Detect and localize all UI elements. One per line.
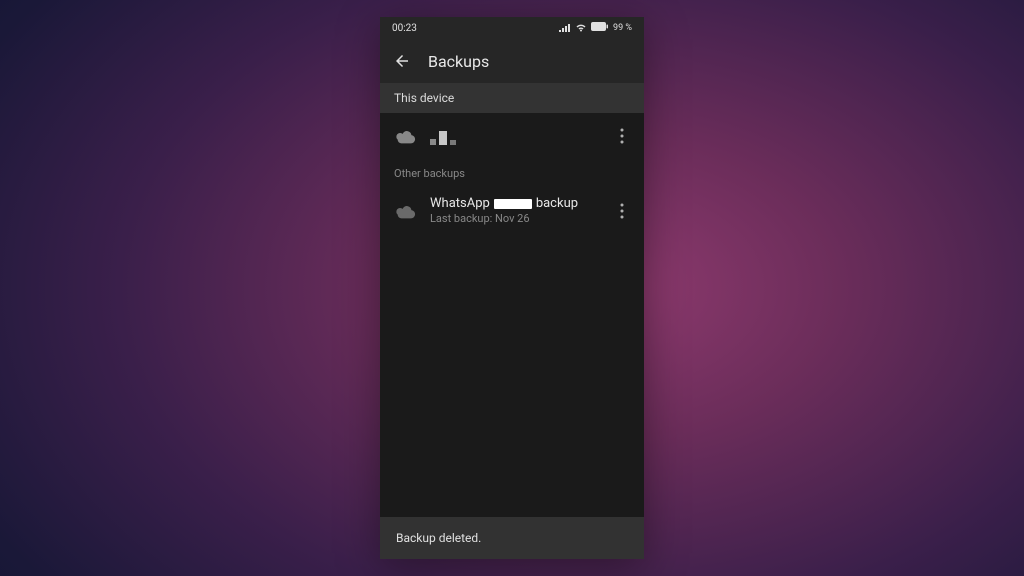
status-bar: 00:23 99 % <box>380 17 644 39</box>
more-button[interactable] <box>614 126 630 146</box>
device-backup-info <box>430 127 600 145</box>
phone-frame: 00:23 99 % Backups This device <box>380 17 644 559</box>
battery-icon <box>591 22 609 34</box>
whatsapp-backup-subtitle: Last backup: Nov 26 <box>430 212 600 225</box>
redacted-content <box>494 199 532 209</box>
section-this-device: This device <box>380 83 644 113</box>
battery-text: 99 % <box>613 23 632 33</box>
whatsapp-backup-info: WhatsApp backup Last backup: Nov 26 <box>430 196 600 225</box>
snackbar: Backup deleted. <box>380 517 644 559</box>
app-bar: Backups <box>380 39 644 83</box>
cloud-icon <box>394 200 416 222</box>
whatsapp-title-prefix: WhatsApp <box>430 196 490 211</box>
whatsapp-backup-title: WhatsApp backup <box>430 196 600 211</box>
section-other-backups: Other backups <box>380 159 644 184</box>
back-button[interactable] <box>392 51 412 71</box>
status-right: 99 % <box>559 22 632 35</box>
page-title: Backups <box>428 52 489 71</box>
whatsapp-title-suffix: backup <box>536 196 578 211</box>
device-backup-row[interactable] <box>380 113 644 159</box>
wifi-icon <box>575 22 587 35</box>
content-area: Other backups WhatsApp backup Last backu… <box>380 113 644 517</box>
status-time: 00:23 <box>392 23 417 34</box>
redacted-content <box>430 127 456 145</box>
snackbar-message: Backup deleted. <box>396 531 481 545</box>
device-backup-title <box>430 127 600 145</box>
more-button[interactable] <box>614 201 630 221</box>
signal-icon <box>559 22 571 35</box>
whatsapp-backup-row[interactable]: WhatsApp backup Last backup: Nov 26 <box>380 184 644 237</box>
cloud-icon <box>394 125 416 147</box>
